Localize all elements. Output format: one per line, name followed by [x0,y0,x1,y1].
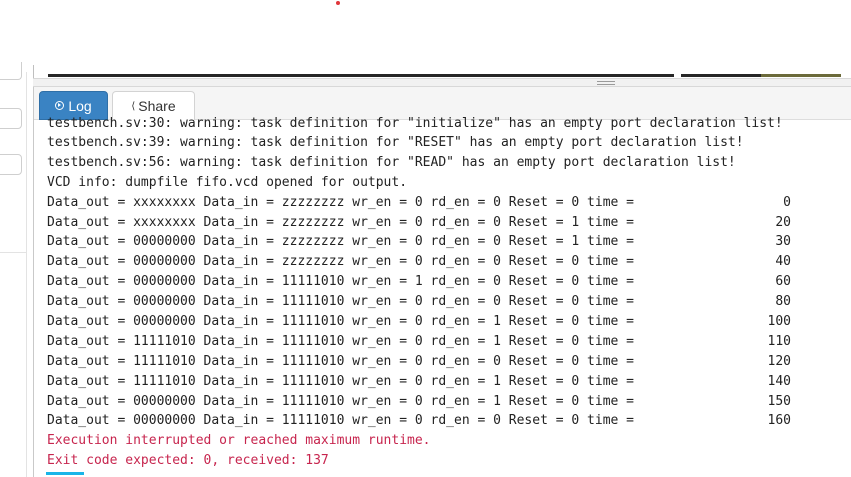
editor-scrollbar-2[interactable] [681,74,761,77]
log-row: Data_out = 00000000 Data_in = 11111010 w… [47,312,847,332]
tab-log-label: Log [68,97,92,114]
log-row-text: Data_out = 11111010 Data_in = 11111010 w… [47,333,634,349]
play-circle-icon [55,101,65,110]
editor-scrollbar[interactable] [48,74,674,77]
sidebar-divider [0,252,26,253]
log-row-time: 110 [767,333,791,349]
sidebar-input-3[interactable] [0,154,22,175]
log-row: Data_out = 00000000 Data_in = zzzzzzzz w… [47,232,847,252]
log-row: Data_out = xxxxxxxx Data_in = zzzzzzzz w… [47,213,847,233]
log-row-time: 160 [767,413,791,429]
sidebar-border [26,72,27,477]
share-icon: ⟨ [131,100,136,112]
splitter-grip-icon[interactable] [597,81,615,85]
log-row-text: Data_out = xxxxxxxx Data_in = zzzzzzzz w… [47,214,634,230]
code-editor[interactable] [33,65,851,78]
log-row-time: 100 [767,314,791,330]
log-row-text: Data_out = 00000000 Data_in = 11111010 w… [47,314,634,330]
log-row: Data_out = xxxxxxxx Data_in = zzzzzzzz w… [47,193,847,213]
log-row-text: Data_out = 00000000 Data_in = 11111010 w… [47,393,634,409]
log-row: Data_out = 00000000 Data_in = 11111010 w… [47,392,847,412]
log-row-text: Data_out = 11111010 Data_in = 11111010 w… [47,353,634,369]
log-warning-line: testbench.sv:39: warning: task definitio… [47,135,744,150]
log-row-time: 30 [775,234,791,250]
log-row: Data_out = 00000000 Data_in = zzzzzzzz w… [47,252,847,272]
log-row: Data_out = 00000000 Data_in = 11111010 w… [47,292,847,312]
log-row-text: Data_out = 00000000 Data_in = zzzzzzzz w… [47,234,634,250]
log-row-time: 140 [767,373,791,389]
sidebar-input-1[interactable] [0,62,22,80]
log-row-time: 120 [767,353,791,369]
log-warning-line: testbench.sv:30: warning: task definitio… [47,116,783,131]
log-row: Data_out = 11111010 Data_in = 11111010 w… [47,352,847,372]
log-row-time: 40 [775,254,791,270]
log-error-line: Exit code expected: 0, received: 137 [47,453,329,469]
selection-cursor-bar [46,472,84,475]
log-row-time: 60 [775,274,791,290]
log-row: Data_out = 11111010 Data_in = 11111010 w… [47,332,847,352]
left-sidebar [0,62,27,477]
editor-edge [33,65,34,78]
log-row-text: Data_out = xxxxxxxx Data_in = zzzzzzzz w… [47,194,634,210]
notification-dot [336,1,340,5]
log-info-line: VCD info: dumpfile fifo.vcd opened for o… [47,174,408,190]
log-row-text: Data_out = 11111010 Data_in = 11111010 w… [47,373,634,389]
tab-share-label: Share [138,98,176,114]
pane-splitter[interactable] [33,78,851,87]
log-warning-line: testbench.sv:56: warning: task definitio… [47,154,736,170]
sidebar-input-2[interactable] [0,108,22,129]
log-row-time: 150 [767,393,791,409]
log-row: Data_out = 00000000 Data_in = 11111010 w… [47,411,847,431]
log-row-text: Data_out = 00000000 Data_in = 11111010 w… [47,294,634,310]
log-row-time: 20 [775,214,791,230]
log-row-text: Data_out = 00000000 Data_in = 11111010 w… [47,413,634,429]
log-row-text: Data_out = 00000000 Data_in = zzzzzzzz w… [47,254,634,270]
log-error-line: Execution interrupted or reached maximum… [47,433,431,449]
output-panel: Log ⟨ Share testbench.sv:30: warning: ta… [33,87,851,477]
log-row-text: Data_out = 00000000 Data_in = 11111010 w… [47,274,634,290]
log-row-time: 0 [783,194,791,210]
log-row: Data_out = 11111010 Data_in = 11111010 w… [47,372,847,392]
log-output: testbench.sv:30: warning: task definitio… [47,115,847,471]
editor-scrollbar-3[interactable] [761,74,841,77]
log-row: Data_out = 00000000 Data_in = 11111010 w… [47,272,847,292]
log-row-time: 80 [775,294,791,310]
